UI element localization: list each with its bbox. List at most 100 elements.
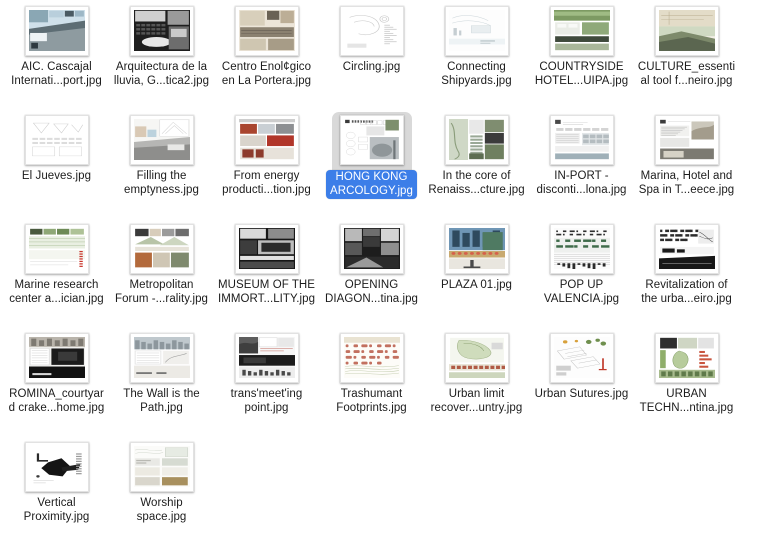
file-item[interactable]: trans'meet'ing point.jpg	[214, 329, 319, 438]
file-name-label[interactable]: Revitalization of the urba...eiro.jpg	[640, 279, 733, 306]
file-item[interactable]: OPENING DIAGON...tina.jpg	[319, 220, 424, 329]
file-name-label[interactable]: Trashumant Footprints.jpg	[335, 388, 407, 415]
file-name-label[interactable]: Filling the emptyness.jpg	[123, 170, 200, 197]
image-preview-icon	[549, 6, 614, 56]
file-thumbnail[interactable]	[234, 224, 299, 274]
file-item[interactable]: Vertical Proximity.jpg	[4, 438, 109, 547]
file-name-label[interactable]: Urban limit recover...untry.jpg	[430, 388, 524, 415]
file-name-label[interactable]: Marina, Hotel and Spa in T...eece.jpg	[638, 170, 736, 197]
file-name-label[interactable]: AIC. Cascajal Internati...port.jpg	[10, 61, 103, 88]
file-thumbnail[interactable]	[339, 333, 404, 383]
file-thumbnail[interactable]	[129, 442, 194, 492]
file-name-label[interactable]: Circling.jpg	[342, 61, 402, 75]
file-item[interactable]: POP UP VALENCIA.jpg	[529, 220, 634, 329]
file-name-label[interactable]: Vertical Proximity.jpg	[23, 497, 91, 524]
file-thumbnail[interactable]	[654, 224, 719, 274]
file-item[interactable]: In the core of Renaiss...cture.jpg	[424, 111, 529, 220]
file-item[interactable]: Connecting Shipyards.jpg	[424, 2, 529, 111]
file-item[interactable]: COUNTRYSIDE HOTEL...UIPA.jpg	[529, 2, 634, 111]
file-thumbnail[interactable]	[24, 115, 89, 165]
file-name-label[interactable]: trans'meet'ing point.jpg	[230, 388, 304, 415]
file-thumbnail[interactable]	[549, 333, 614, 383]
file-item[interactable]: Urban limit recover...untry.jpg	[424, 329, 529, 438]
file-name-label[interactable]: COUNTRYSIDE HOTEL...UIPA.jpg	[534, 61, 629, 88]
file-name-label[interactable]: Metropolitan Forum -...rality.jpg	[114, 279, 209, 306]
file-thumbnail[interactable]	[129, 6, 194, 56]
file-item[interactable]: Urban Sutures.jpg	[529, 329, 634, 438]
file-name-label[interactable]: ROMINA_courtyar d crake...home.jpg	[8, 388, 106, 415]
file-name-label[interactable]: In the core of Renaiss...cture.jpg	[427, 170, 525, 197]
file-name-label[interactable]: From energy producti...tion.jpg	[221, 170, 312, 197]
file-thumbnail[interactable]	[24, 442, 89, 492]
file-item[interactable]: URBAN TECHN...ntina.jpg	[634, 329, 739, 438]
file-item[interactable]: ROMINA_courtyar d crake...home.jpg	[4, 329, 109, 438]
file-item[interactable]: Metropolitan Forum -...rality.jpg	[109, 220, 214, 329]
file-thumbnail[interactable]	[24, 333, 89, 383]
file-thumbnail[interactable]	[444, 115, 509, 165]
file-name-label[interactable]: El Jueves.jpg	[21, 170, 92, 184]
file-item[interactable]: Trashumant Footprints.jpg	[319, 329, 424, 438]
file-name-label[interactable]: IN-PORT - disconti...lona.jpg	[536, 170, 628, 197]
file-thumbnail[interactable]	[444, 224, 509, 274]
file-item[interactable]: Worship space.jpg	[109, 438, 214, 547]
file-thumbnail[interactable]	[444, 6, 509, 56]
file-item[interactable]: Marine research center a...ician.jpg	[4, 220, 109, 329]
file-name-label[interactable]: URBAN TECHN...ntina.jpg	[639, 388, 735, 415]
thumbnail-artwork	[28, 228, 85, 269]
file-item[interactable]: HONG KONG ARCOLOGY.jpg	[319, 111, 424, 220]
file-name-label[interactable]: PLAZA 01.jpg	[440, 279, 513, 293]
file-thumbnail[interactable]	[654, 333, 719, 383]
file-name-label[interactable]: Worship space.jpg	[136, 497, 188, 524]
file-thumbnail[interactable]	[129, 115, 194, 165]
file-item[interactable]: From energy producti...tion.jpg	[214, 111, 319, 220]
file-name-label[interactable]: CULTURE_essenti al tool f...neiro.jpg	[637, 61, 736, 88]
image-preview-icon	[549, 115, 614, 165]
file-name-label[interactable]: Centro Enol¢gico en La Portera.jpg	[221, 61, 312, 88]
file-name-label[interactable]: The Wall is the Path.jpg	[122, 388, 201, 415]
file-item[interactable]: El Jueves.jpg	[4, 111, 109, 220]
file-thumbnail[interactable]	[654, 6, 719, 56]
icon-grid: AIC. Cascajal Internati...port.jpg Arqui…	[0, 0, 760, 547]
file-thumbnail[interactable]	[24, 6, 89, 56]
file-item[interactable]: AIC. Cascajal Internati...port.jpg	[4, 2, 109, 111]
file-thumbnail[interactable]	[234, 115, 299, 165]
file-name-label[interactable]: Urban Sutures.jpg	[534, 388, 630, 402]
image-preview-icon	[234, 333, 299, 383]
file-thumbnail[interactable]	[234, 333, 299, 383]
file-item[interactable]: Filling the emptyness.jpg	[109, 111, 214, 220]
file-item[interactable]: MUSEUM OF THE IMMORT...LITY.jpg	[214, 220, 319, 329]
file-name-label[interactable]: Arquitectura de la lluvia, G...tica2.jpg	[113, 61, 210, 88]
file-thumbnail[interactable]	[24, 224, 89, 274]
file-thumbnail[interactable]	[444, 333, 509, 383]
thumbnail-artwork	[28, 337, 85, 378]
file-thumbnail[interactable]	[339, 6, 404, 56]
file-thumbnail[interactable]	[549, 115, 614, 165]
file-thumbnail[interactable]	[654, 115, 719, 165]
file-item[interactable]: Centro Enol¢gico en La Portera.jpg	[214, 2, 319, 111]
file-thumbnail[interactable]	[339, 224, 404, 274]
file-item[interactable]: The Wall is the Path.jpg	[109, 329, 214, 438]
file-name-label[interactable]: Marine research center a...ician.jpg	[8, 279, 104, 306]
file-thumbnail[interactable]	[129, 224, 194, 274]
file-item[interactable]: Arquitectura de la lluvia, G...tica2.jpg	[109, 2, 214, 111]
file-name-label[interactable]: HONG KONG ARCOLOGY.jpg	[326, 170, 417, 199]
file-thumbnail[interactable]	[549, 224, 614, 274]
file-name-label[interactable]: OPENING DIAGON...tina.jpg	[324, 279, 419, 306]
file-name-label[interactable]: MUSEUM OF THE IMMORT...LITY.jpg	[217, 279, 316, 306]
file-thumbnail[interactable]	[129, 333, 194, 383]
file-item[interactable]: Revitalization of the urba...eiro.jpg	[634, 220, 739, 329]
thumbnail-artwork	[238, 228, 295, 269]
file-item[interactable]: Marina, Hotel and Spa in T...eece.jpg	[634, 111, 739, 220]
image-preview-icon	[129, 333, 194, 383]
file-thumbnail[interactable]	[549, 6, 614, 56]
file-item[interactable]: IN-PORT - disconti...lona.jpg	[529, 111, 634, 220]
file-item[interactable]: PLAZA 01.jpg	[424, 220, 529, 329]
file-thumbnail[interactable]	[234, 6, 299, 56]
file-name-label[interactable]: Connecting Shipyards.jpg	[440, 61, 512, 88]
file-item[interactable]: CULTURE_essenti al tool f...neiro.jpg	[634, 2, 739, 111]
file-thumbnail[interactable]	[339, 115, 404, 165]
file-name-label[interactable]: POP UP VALENCIA.jpg	[543, 279, 620, 306]
file-item[interactable]: Circling.jpg	[319, 2, 424, 111]
image-preview-icon	[129, 115, 194, 165]
finder-icon-view[interactable]: AIC. Cascajal Internati...port.jpg Arqui…	[0, 0, 760, 547]
